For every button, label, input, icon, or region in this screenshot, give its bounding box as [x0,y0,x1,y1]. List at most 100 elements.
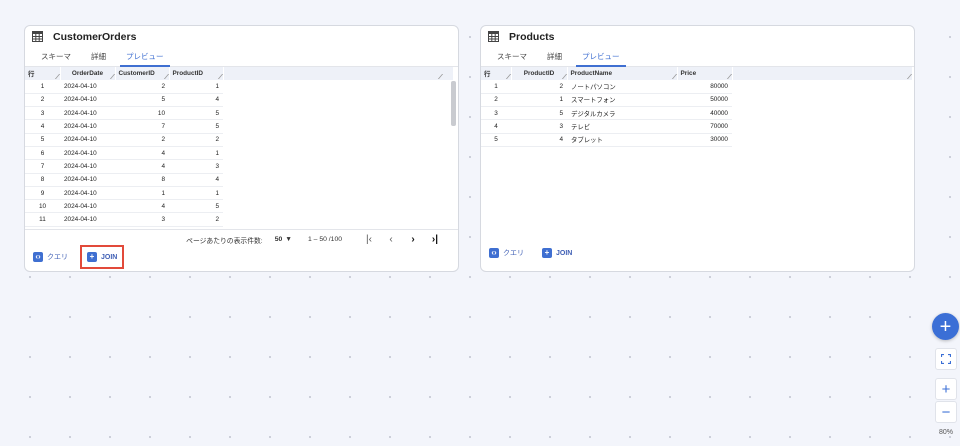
rows-per-page-select[interactable]: 50 ▼ [275,236,292,243]
table-row[interactable]: 3 5 デジタルカメラ 40000 [481,106,912,121]
resize-handle[interactable] [501,74,511,79]
tab-schema[interactable]: スキーマ [31,47,81,66]
plus-box-icon: + [87,252,97,262]
card-actions: ‹› クエリ + JOIN [33,245,125,269]
table-cell: 7 [25,159,60,174]
code-icon: ‹› [489,248,499,258]
table-cell: 2 [481,93,511,108]
table-row[interactable]: 10 2024-04-10 4 5 [25,199,453,214]
resize-handle[interactable] [902,74,912,79]
next-page-icon[interactable]: › [402,234,424,245]
column-header-productname[interactable]: ProductName [567,67,678,80]
resize-handle[interactable] [213,74,223,79]
add-table-button[interactable]: + [932,313,959,340]
table-row[interactable]: 11 2024-04-10 3 2 [25,212,453,227]
join-button[interactable]: + JOIN [542,248,572,258]
table-cell-filler [732,80,912,93]
table-row[interactable]: 5 2024-04-10 2 2 [25,133,453,147]
table-cell: 4 [115,199,169,214]
table-cell: 4 [511,133,567,147]
last-page-icon[interactable]: ›| [424,234,446,245]
table-row[interactable]: 3 2024-04-10 10 5 [25,106,453,121]
table-row[interactable]: 9 2024-04-10 1 1 [25,186,453,201]
table-cell: 2 [169,133,223,147]
table-cell: 70000 [677,119,732,134]
column-header-orderdate[interactable]: OrderDate [60,67,116,80]
column-header-row-number[interactable]: 行 [25,67,61,80]
table-cell: 2 [115,80,169,94]
resize-handle[interactable] [557,74,567,79]
first-page-icon[interactable]: |‹ [358,234,380,245]
table-cell: 2024-04-10 [60,133,115,147]
scrollbar-thumb[interactable] [451,81,456,126]
header-row: 行 ProductID ProductName Price [481,67,913,80]
resize-handle[interactable] [105,74,115,79]
column-header-price[interactable]: Price [677,67,733,80]
table-cell-filler [223,186,453,199]
column-header-customerid[interactable]: CustomerID [115,67,170,80]
table-cell-filler [223,107,453,120]
page-range: 1 – 50 /100 [307,236,342,243]
zoom-in-button[interactable]: + [935,378,957,400]
resize-handle[interactable] [667,74,677,79]
table-cell: テレビ [567,119,677,134]
card-actions: ‹› クエリ + JOIN [489,248,572,258]
table-row[interactable]: 8 2024-04-10 8 4 [25,173,453,187]
table-cell: 2024-04-10 [60,93,115,108]
data-table: 行 OrderDate CustomerID ProductID 1 2024-0… [25,67,454,227]
zoom-level: 80% [938,429,953,436]
card-header: CustomerOrders [25,26,458,47]
previous-page-icon[interactable]: ‹ [380,234,402,245]
resize-handle[interactable] [722,74,732,79]
data-table: 行 ProductID ProductName Price 1 2 ノートパソコン 8… [481,67,913,147]
tab-preview[interactable]: プレビュー [572,47,630,67]
column-header-productid[interactable]: ProductID [169,67,224,80]
plus-icon: + [939,315,952,338]
table-row[interactable]: 7 2024-04-10 4 3 [25,159,453,174]
table-cell: 10 [25,199,60,214]
fit-view-button[interactable] [935,348,957,370]
products-card[interactable]: Products スキーマ 詳細 プレビュー 行 ProductID Produ… [480,25,915,272]
resize-handle[interactable] [50,74,60,79]
products-table-body: 1 2 ノートパソコン 80000 2 1 スマートフォン 50000 3 5 デジタルカメラ 400… [481,80,912,147]
join-button[interactable]: + JOIN [80,245,125,269]
table-cell-filler [732,133,912,146]
table-cell: 5 [115,93,169,108]
table-cell: 30000 [677,133,732,147]
tab-details[interactable]: 詳細 [81,47,116,66]
resize-handle[interactable] [433,74,443,79]
vertical-scrollbar[interactable] [451,80,456,229]
table-row[interactable]: 1 2 ノートパソコン 80000 [481,80,912,94]
tab-preview[interactable]: プレビュー [116,47,174,67]
table-row[interactable]: 2 2024-04-10 5 4 [25,93,453,108]
table-cell: 1 [169,146,223,161]
table-cell: 40000 [677,106,732,121]
column-header-productid[interactable]: ProductID [511,67,568,80]
table-cell: 2 [115,133,169,147]
resize-handle[interactable] [159,74,169,79]
table-row[interactable]: 5 4 タブレット 30000 [481,133,912,147]
table-row[interactable]: 2 1 スマートフォン 50000 [481,93,912,108]
table-cell: 4 [169,93,223,108]
customer-orders-card[interactable]: CustomerOrders スキーマ 詳細 プレビュー 行 OrderDate… [24,25,459,272]
zoom-out-button[interactable]: − [935,401,957,423]
table-row[interactable]: 4 2024-04-10 7 5 [25,119,453,134]
tab-details[interactable]: 詳細 [537,47,572,66]
table-cell-filler [223,146,453,159]
table-cell: 1 [169,186,223,201]
table-row[interactable]: 4 3 テレビ 70000 [481,119,912,134]
table-cell: 4 [481,119,511,134]
table-cell: 5 [169,106,223,121]
query-button[interactable]: ‹› クエリ [33,252,68,262]
table-cell: 1 [115,186,169,201]
header-row: 行 OrderDate CustomerID ProductID [25,67,454,80]
query-button[interactable]: ‹› クエリ [489,248,524,258]
code-icon: ‹› [33,252,43,262]
column-header-row-number[interactable]: 行 [481,67,512,80]
tab-schema[interactable]: スキーマ [487,47,537,66]
table-row[interactable]: 6 2024-04-10 4 1 [25,146,453,161]
card-title: CustomerOrders [53,30,137,43]
table-row[interactable]: 1 2024-04-10 2 1 [25,80,453,94]
table-cell: 5 [511,106,567,121]
preview-grid: 行 ProductID ProductName Price 1 2 ノートパソコン 8… [481,67,914,229]
